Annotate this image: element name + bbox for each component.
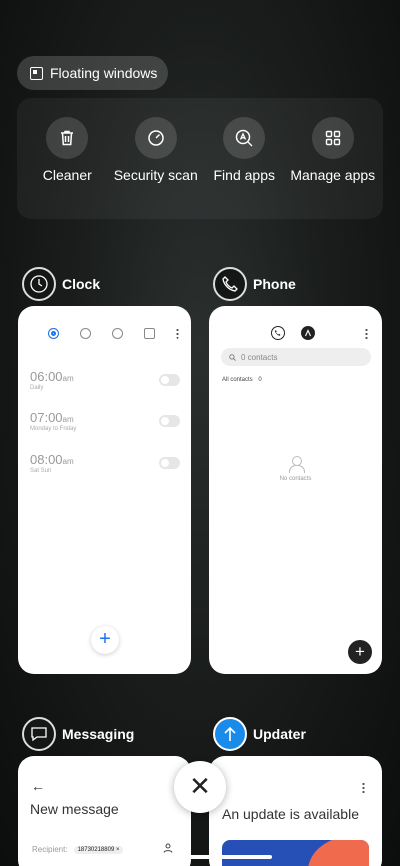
find-apps-icon [223,117,266,159]
phone-top-bar [271,326,368,340]
alarm-repeat: Sat Sun [30,468,52,474]
alarm-repeat: Monday to Friday [30,426,77,432]
all-contacts-filter[interactable]: All contacts 0 [222,377,262,383]
alarm-ampm: am [62,457,74,466]
messaging-app-name: Messaging [62,726,135,742]
recipient-field[interactable]: Recipient: 18730218809 × [32,845,124,854]
phone-app-header[interactable]: Phone [213,267,296,301]
alarm-item[interactable]: 06:00am Daily [30,369,180,399]
trash-icon [46,117,89,159]
world-clock-tab-icon[interactable] [80,328,91,339]
messaging-icon [22,717,56,751]
dialer-tab-icon[interactable] [271,326,285,340]
grid-icon [311,117,354,159]
tool-manage-apps[interactable]: Manage apps [289,98,377,219]
alarm-toggle[interactable] [159,415,180,427]
clock-tabs [48,328,179,339]
back-arrow-icon[interactable]: ← [31,778,45,794]
phone-app-card[interactable]: 0 contacts All contacts 0 No contacts + [209,306,382,674]
alarm-tab-icon[interactable] [48,328,59,339]
tool-label: Cleaner [42,167,92,183]
alarm-toggle[interactable] [159,374,180,386]
empty-state: No contacts [209,456,382,482]
add-contact-button[interactable]: + [348,640,372,664]
contacts-search-input[interactable]: 0 contacts [221,348,371,366]
alarm-item[interactable]: 07:00am Monday to Friday [30,410,180,440]
messaging-app-card[interactable]: ← New message Recipient: 18730218809 × [18,756,191,866]
tool-label: Manage apps [290,167,376,183]
update-title: An update is available [222,806,359,822]
floating-windows-button[interactable]: Floating windows [17,56,168,90]
all-contacts-label: All contacts [222,377,253,383]
clock-app-card[interactable]: 06:00am Daily 07:00am Monday to Friday 0… [18,306,191,674]
home-indicator[interactable] [128,855,272,859]
recipient-chip[interactable]: 18730218809 × [73,845,124,854]
phone-app-name: Phone [253,276,296,292]
stopwatch-tab-icon[interactable] [112,328,123,339]
more-menu-icon[interactable] [362,782,365,793]
search-placeholder: 0 contacts [241,352,278,362]
empty-text: No contacts [279,476,312,482]
clock-app-header[interactable]: Clock [22,267,100,301]
tool-cleaner[interactable]: Cleaner [23,98,111,219]
update-banner-image [222,840,369,866]
clock-app-name: Clock [62,276,101,292]
alarm-ampm: am [62,374,74,383]
alarm-item[interactable]: 08:00am Sat Sun [30,452,180,482]
shield-gauge-icon [134,117,177,159]
alarm-toggle[interactable] [159,457,180,469]
add-alarm-button[interactable]: + [91,626,119,654]
contacts-count: 0 [258,377,262,383]
tool-security-scan[interactable]: Security scan [112,98,200,219]
alarm-time: 08:00 [30,452,63,467]
tool-find-apps[interactable]: Find apps [200,98,288,219]
quick-tools-panel: Cleaner Security scan Find apps Manage a… [17,98,383,219]
person-icon [288,456,305,473]
phone-icon [213,267,247,301]
recipient-label: Recipient: [32,845,68,854]
alarm-time: 06:00 [30,369,63,384]
updater-app-card[interactable]: An update is available [209,756,382,866]
updater-app-name: Updater [253,726,306,742]
tool-label: Find apps [213,167,275,183]
tool-label: Security scan [113,167,198,183]
contacts-tab-icon[interactable] [301,326,315,340]
new-message-title: New message [30,801,119,817]
close-all-button[interactable]: ✕ [174,761,226,813]
floating-windows-label: Floating windows [50,65,158,81]
floating-window-icon [30,66,43,80]
more-menu-icon[interactable] [365,327,368,339]
more-menu-icon[interactable] [176,328,179,339]
clock-icon [22,267,56,301]
timer-tab-icon[interactable] [144,328,155,339]
alarm-ampm: am [62,415,74,424]
updater-icon [213,717,247,751]
alarm-repeat: Daily [30,385,44,391]
search-icon [229,353,236,361]
contact-picker-icon[interactable] [163,843,173,853]
alarm-time: 07:00 [30,410,63,425]
messaging-app-header[interactable]: Messaging [22,717,134,751]
updater-app-header[interactable]: Updater [213,717,306,751]
